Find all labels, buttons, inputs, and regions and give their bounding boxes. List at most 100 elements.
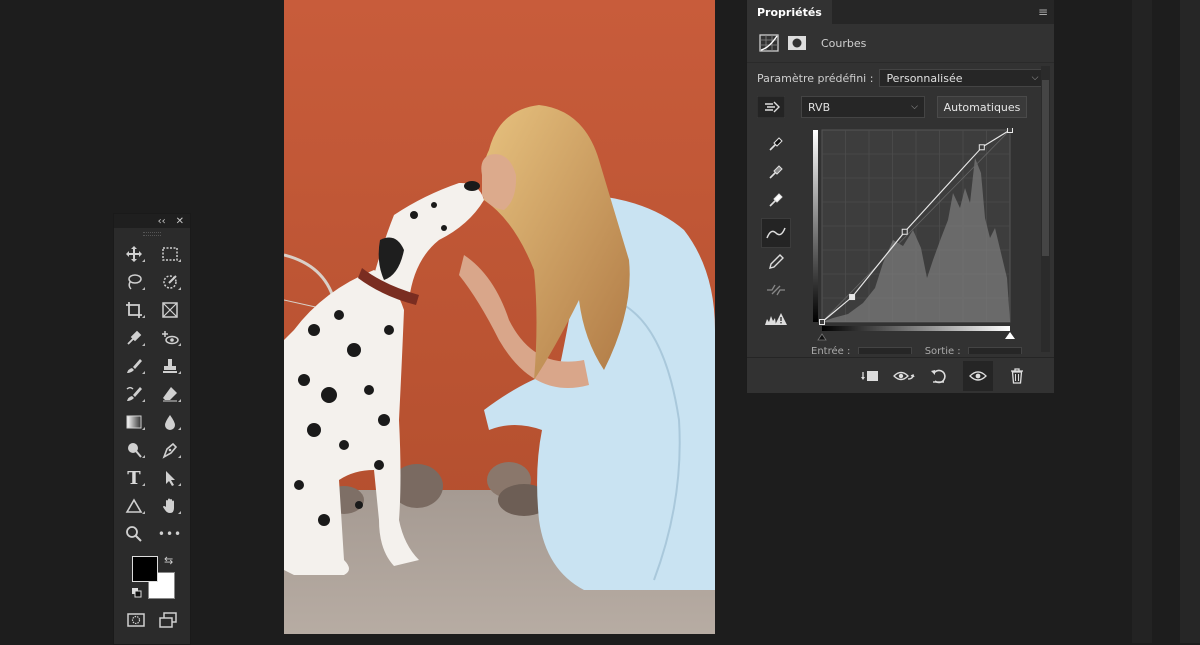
shape-tool[interactable] (116, 492, 152, 520)
clip-layer-icon (861, 370, 878, 381)
black-point-eyedropper[interactable] (761, 130, 791, 158)
tool-grid: T ••• (114, 240, 190, 548)
preset-value: Personnalisée (886, 71, 963, 85)
preset-dropdown[interactable]: Personnalisée ⌵ (879, 69, 1046, 87)
panel-menu-icon[interactable]: ≡ (1038, 0, 1054, 24)
preset-label: Paramètre prédéfini : (757, 71, 874, 85)
curve-point[interactable] (1007, 128, 1013, 133)
properties-bottom-bar (747, 357, 1054, 393)
quick-selection-tool[interactable] (152, 268, 188, 296)
dodge-tool[interactable] (116, 436, 152, 464)
drag-grip[interactable] (114, 228, 190, 240)
tools-panel: ‹‹ ✕ T ••• ⇆ (113, 213, 191, 645)
canvas-photo[interactable] (284, 0, 715, 634)
clipping-warning[interactable] (761, 304, 791, 332)
input-gradient-bar (822, 326, 1010, 331)
gray-point-eyedropper[interactable] (761, 158, 791, 186)
eye-icon (969, 370, 987, 381)
eraser-tool[interactable] (152, 380, 188, 408)
auto-button[interactable]: Automatiques (937, 96, 1027, 118)
delete-button[interactable] (1006, 365, 1028, 387)
smooth-curve-tool[interactable] (761, 276, 791, 304)
curve-point[interactable] (978, 144, 985, 151)
bottom-tools (114, 608, 190, 632)
curves-adjustment-icon[interactable] (759, 34, 779, 52)
eyedropper-icon (127, 330, 142, 345)
default-colors-icon[interactable] (132, 588, 142, 598)
crop-icon (126, 302, 142, 318)
eyedropper-tool[interactable] (116, 324, 152, 352)
hand-tool[interactable] (152, 492, 188, 520)
frame-icon (162, 302, 178, 318)
gradient-tool[interactable] (116, 408, 152, 436)
output-label: Sortie : (924, 346, 961, 357)
screen-mode-icon[interactable] (159, 612, 177, 628)
pen-icon (162, 442, 178, 459)
arrow-icon (166, 471, 175, 486)
properties-scrollbar[interactable] (1041, 66, 1050, 352)
quick-select-icon (163, 275, 177, 289)
stamp-tool[interactable] (152, 352, 188, 380)
type-tool[interactable]: T (116, 464, 152, 492)
pencil-tool[interactable] (761, 248, 791, 276)
curve-point[interactable] (849, 294, 856, 301)
gradient-icon (126, 415, 142, 429)
hand-icon (163, 498, 174, 513)
rect-marquee-icon (162, 247, 178, 261)
curve-point[interactable] (901, 228, 908, 235)
triangle-icon (125, 498, 143, 513)
red-eye-icon (162, 331, 179, 345)
dock-strip-2 (1180, 0, 1200, 643)
toggle-visibility-button[interactable] (963, 360, 993, 391)
reset-button[interactable] (928, 365, 950, 387)
brush-tool[interactable] (116, 352, 152, 380)
collapse-icon[interactable]: ‹‹ (158, 216, 166, 227)
blur-tool[interactable] (152, 408, 188, 436)
reset-icon (931, 369, 946, 383)
properties-tabbar: Propriétés ≡ (747, 0, 1054, 24)
marquee-tool[interactable] (152, 240, 188, 268)
red-eye-tool[interactable] (152, 324, 188, 352)
properties-panel: Propriétés ≡ Courbes Paramètre prédéfini… (746, 0, 1054, 393)
white-point-eyedropper[interactable] (761, 186, 791, 214)
input-field[interactable] (857, 347, 912, 354)
channel-dropdown[interactable]: RVB ⌵ (801, 96, 925, 118)
quick-mask-icon[interactable] (127, 612, 145, 628)
lasso-tool[interactable] (116, 268, 152, 296)
move-tool[interactable] (116, 240, 152, 268)
curves-graph[interactable] (813, 128, 1017, 342)
eraser-icon (163, 387, 177, 402)
zoom-tool[interactable] (116, 520, 152, 548)
zoom-icon (126, 526, 142, 542)
frame-tool[interactable] (152, 296, 188, 324)
pen-tool[interactable] (152, 436, 188, 464)
eyedropper-gray-icon (769, 165, 783, 179)
more-tools[interactable]: ••• (152, 520, 188, 548)
swap-colors-icon[interactable]: ⇆ (164, 554, 173, 567)
foreground-color-swatch[interactable] (132, 556, 158, 582)
clip-to-layer-button[interactable] (858, 365, 880, 387)
tools-panel-topbar: ‹‹ ✕ (114, 214, 190, 228)
eye-previous-icon (893, 371, 915, 380)
chevron-down-icon: ⌵ (911, 102, 918, 112)
output-field[interactable] (967, 347, 1022, 354)
target-adjust-icon[interactable] (757, 96, 785, 118)
path-selection-tool[interactable] (152, 464, 188, 492)
input-output-row: Entrée : Sortie : (811, 346, 1022, 357)
dodge-icon (128, 443, 142, 458)
scrollbar-thumb[interactable] (1042, 80, 1049, 256)
eyedropper-white-icon (769, 193, 783, 207)
tab-properties[interactable]: Propriétés (747, 0, 832, 24)
close-icon[interactable]: ✕ (176, 216, 184, 227)
mask-icon[interactable] (787, 34, 807, 52)
adjustment-title: Courbes (821, 36, 867, 50)
history-brush-tool[interactable] (116, 380, 152, 408)
view-previous-button[interactable] (893, 365, 915, 387)
type-icon: T (127, 467, 141, 489)
crop-tool[interactable] (116, 296, 152, 324)
curve-point-tool[interactable] (761, 218, 791, 248)
curve-point[interactable] (819, 319, 825, 325)
dock-strip-1 (1132, 0, 1152, 643)
black-slider-handle (817, 333, 827, 341)
eyedropper-black-icon (769, 137, 783, 151)
